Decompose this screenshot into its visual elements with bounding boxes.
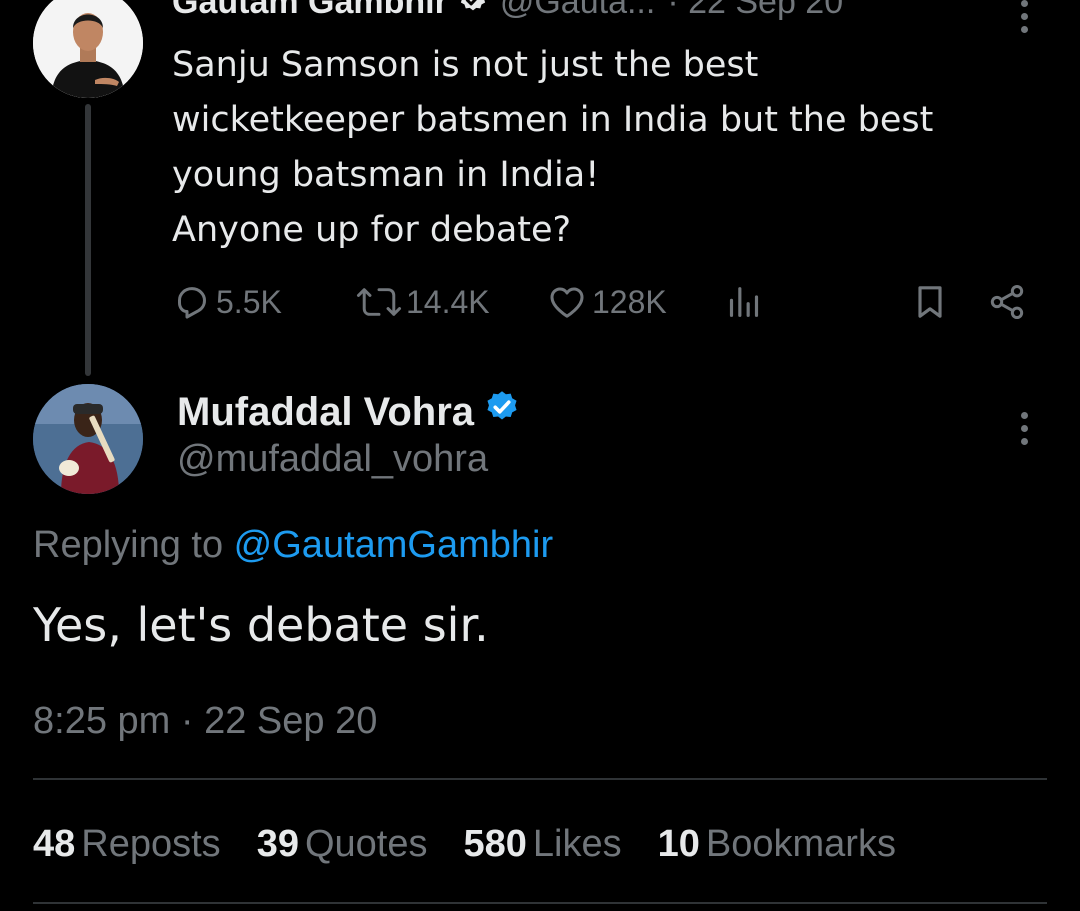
tweet-text-line: Anyone up for debate?: [172, 210, 572, 250]
reply-author-name[interactable]: Mufaddal Vohra: [177, 388, 520, 436]
parent-tweet-header: Gautam Gambhir @Gauta... · 22 Sep 20: [172, 0, 843, 24]
reply-timestamp[interactable]: 8:25 pm · 22 Sep 20: [33, 700, 377, 743]
replying-to-line: Replying to @GautamGambhir: [33, 524, 553, 567]
heart-icon: [550, 287, 584, 318]
repost-count: 14.4K: [406, 283, 490, 320]
bookmark-icon: [918, 286, 942, 318]
tweet-text-line: young batsman in India!: [172, 155, 600, 195]
repost-icon: [356, 288, 402, 316]
divider: [33, 778, 1047, 780]
avatar-photo-icon: [33, 384, 143, 494]
more-vertical-icon[interactable]: [1018, 0, 1030, 33]
stat-count: 580: [463, 822, 527, 865]
tweet-thread-page: Gautam Gambhir @Gauta... · 22 Sep 20 San…: [0, 0, 1080, 911]
gautam-gambhir-avatar[interactable]: [33, 0, 143, 98]
bookmark-button[interactable]: [910, 278, 950, 326]
like-button[interactable]: 128K: [546, 278, 667, 326]
avatar-photo-icon: [33, 0, 143, 98]
reply-tweet-text: Yes, let's debate sir.: [33, 598, 489, 652]
parent-tweet-text: Sanju Samson is not just the best wicket…: [172, 38, 1032, 258]
quotes-stat[interactable]: 39 Quotes: [257, 823, 428, 866]
views-icon: [729, 287, 759, 317]
views-button[interactable]: [724, 278, 764, 326]
reposts-stat[interactable]: 48 Reposts: [33, 823, 221, 866]
stat-count: 10: [657, 822, 700, 865]
replying-to-label: Replying to: [33, 524, 234, 566]
mufaddal-vohra-avatar[interactable]: [33, 384, 143, 494]
reply-author-name-text: Mufaddal Vohra: [177, 389, 475, 434]
thread-connector-line: [85, 104, 91, 376]
tweet-text-line: wicketkeeper batsmen in India but the be…: [172, 100, 934, 140]
divider: [33, 902, 1047, 904]
repost-button[interactable]: 14.4K: [356, 278, 490, 326]
share-icon: [990, 285, 1024, 319]
tweet-text-line: Sanju Samson is not just the best: [172, 45, 759, 85]
parent-author-handle[interactable]: @Gauta...: [500, 0, 655, 22]
engagement-stats: 48 Reposts 39 Quotes 580 Likes 10 Bookmarks: [33, 818, 932, 870]
reply-count: 5.5K: [216, 283, 282, 320]
bookmarks-stat[interactable]: 10 Bookmarks: [658, 823, 896, 866]
stat-label: Reposts: [81, 822, 221, 865]
replying-to-mention-link[interactable]: @GautamGambhir: [234, 524, 553, 566]
stat-count: 48: [33, 822, 76, 865]
parent-author-name[interactable]: Gautam Gambhir: [172, 0, 448, 22]
reply-icon: [178, 287, 206, 319]
parent-tweet-actions: 5.5K 14.4K 128K: [172, 278, 1032, 326]
likes-stat[interactable]: 580 Likes: [464, 823, 622, 866]
reply-button[interactable]: 5.5K: [172, 278, 282, 326]
reply-author-handle[interactable]: @mufaddal_vohra: [177, 438, 488, 481]
like-count: 128K: [592, 283, 667, 320]
verified-badge-icon: [458, 0, 488, 19]
parent-tweet-date[interactable]: · 22 Sep 20: [667, 0, 843, 22]
stat-label: Quotes: [304, 822, 428, 865]
share-button[interactable]: [986, 278, 1028, 326]
verified-badge-icon: [484, 389, 520, 435]
stat-count: 39: [256, 822, 299, 865]
stat-label: Likes: [532, 822, 622, 865]
more-vertical-icon[interactable]: [1018, 412, 1030, 445]
stat-label: Bookmarks: [705, 822, 896, 865]
